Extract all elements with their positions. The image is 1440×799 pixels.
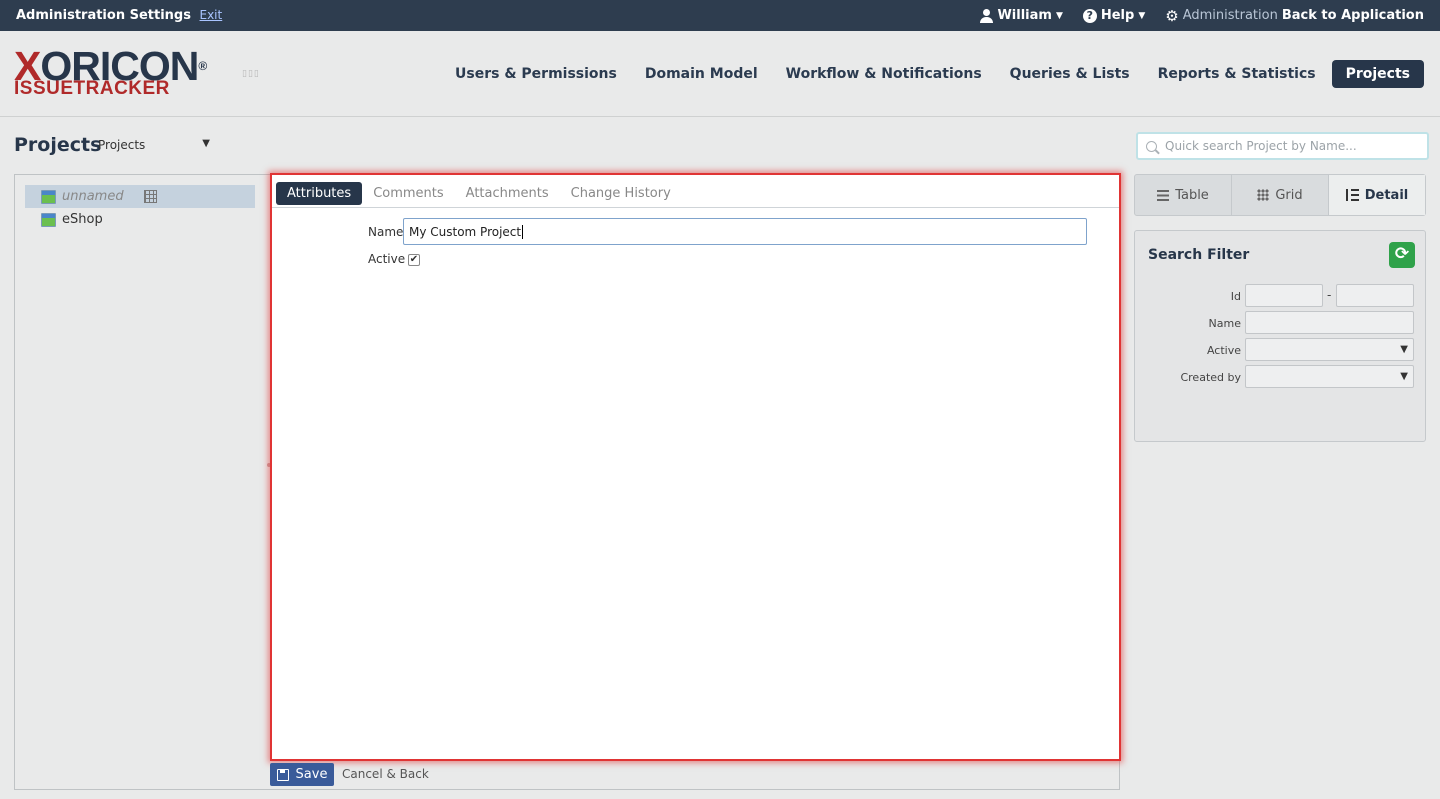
page-title: Projects [14, 134, 102, 156]
admin-settings-title: Administration Settings [16, 8, 191, 23]
chevron-down-icon: ▼ [1055, 10, 1063, 21]
filter-created-by-select[interactable]: ▼ [1245, 365, 1414, 388]
view-switch: Table Grid Detail [1134, 174, 1426, 216]
tab-change-history[interactable]: Change History [560, 182, 682, 205]
filter-id-separator: - [1327, 288, 1332, 302]
main-nav: Users & Permissions Domain Model Workflo… [441, 60, 1424, 88]
active-label: Active [368, 252, 406, 266]
help-icon: ? [1082, 8, 1097, 23]
project-tree: unnamed eShop [25, 185, 255, 231]
active-checkbox[interactable]: ✔ [408, 254, 420, 266]
nav-domain-model[interactable]: Domain Model [631, 60, 772, 88]
refresh-icon: ⟳ [1394, 244, 1410, 264]
detail-panel: Attributes Comments Attachments Change H… [270, 173, 1121, 761]
quick-search-input[interactable]: Quick search Project by Name... [1136, 132, 1429, 160]
tab-attachments[interactable]: Attachments [455, 182, 560, 205]
detail-tabs: Attributes Comments Attachments Change H… [276, 179, 682, 207]
view-grid-label: Grid [1275, 187, 1303, 203]
project-icon [41, 212, 56, 227]
filter-name-label: Name [1208, 317, 1241, 330]
tree-item-eshop[interactable]: eShop [25, 208, 255, 231]
view-detail-button[interactable]: Detail [1329, 175, 1425, 215]
back-to-application-link[interactable]: Back to Application [1282, 8, 1424, 23]
tabs-divider [272, 207, 1119, 208]
tree-item-label: unnamed [62, 189, 124, 204]
search-icon [1146, 140, 1157, 152]
logo-dots: ▯▯▯ [242, 69, 260, 79]
tree-item-unnamed[interactable]: unnamed [25, 185, 255, 208]
nav-reports-statistics[interactable]: Reports & Statistics [1144, 60, 1330, 88]
table-icon[interactable] [143, 190, 157, 203]
filter-created-by-label: Created by [1180, 371, 1241, 384]
user-name: William [997, 8, 1052, 23]
nav-projects[interactable]: Projects [1331, 60, 1424, 88]
admin-nav: ⚙ Administration Back to Application [1165, 8, 1424, 23]
filter-active-select[interactable]: ▼ [1245, 338, 1414, 361]
filter-id-label: Id [1230, 290, 1241, 303]
tree-item-label: eShop [62, 212, 103, 227]
help-menu[interactable]: ? Help ▼ [1082, 8, 1146, 23]
search-filter-panel: Search Filter ⟳ Id - Name Active ▼ Creat… [1134, 230, 1426, 442]
view-detail-label: Detail [1364, 187, 1409, 203]
cancel-back-link[interactable]: Cancel & Back [342, 767, 429, 781]
chevron-down-icon: ▼ [1400, 371, 1408, 382]
project-type-select-value: Projects [98, 138, 146, 152]
name-field-value: My Custom Project [409, 224, 522, 239]
filter-name-input[interactable] [1245, 311, 1414, 334]
gear-icon: ⚙ [1165, 6, 1179, 25]
logo[interactable]: XORICON® ISSUETRACKER ▯▯▯ [14, 46, 259, 99]
help-label: Help [1100, 8, 1135, 23]
tab-comments[interactable]: Comments [362, 182, 454, 205]
floppy-disk-icon [276, 768, 289, 781]
detail-tree-icon [1345, 189, 1359, 201]
save-button[interactable]: Save [270, 763, 334, 786]
quick-search-placeholder: Quick search Project by Name... [1165, 139, 1357, 153]
name-field[interactable]: My Custom Project [403, 218, 1087, 245]
filter-active-label: Active [1206, 344, 1241, 357]
project-icon [41, 189, 56, 204]
name-label: Name [368, 225, 404, 239]
topbar-left: Administration Settings Exit [16, 8, 222, 23]
chevron-down-icon: ▼ [1138, 10, 1146, 21]
list-icon [1157, 189, 1170, 201]
view-table-button[interactable]: Table [1135, 175, 1232, 215]
chevron-down-icon: ▼ [1400, 344, 1408, 355]
chevron-down-icon: ▼ [202, 138, 210, 149]
view-grid-button[interactable]: Grid [1232, 175, 1329, 215]
top-bar: Administration Settings Exit William ▼ ?… [0, 0, 1440, 31]
filter-id-from-input[interactable] [1245, 284, 1323, 307]
filter-id-to-input[interactable] [1336, 284, 1414, 307]
tab-attributes[interactable]: Attributes [276, 181, 363, 205]
nav-users-permissions[interactable]: Users & Permissions [441, 60, 631, 88]
nav-queries-lists[interactable]: Queries & Lists [996, 60, 1144, 88]
view-table-label: Table [1175, 187, 1209, 203]
topbar-right: William ▼ ? Help ▼ ⚙ Administration Back… [979, 8, 1424, 23]
grid-icon [1257, 189, 1270, 201]
text-cursor [522, 224, 524, 239]
user-icon [979, 8, 994, 23]
user-menu[interactable]: William ▼ [979, 8, 1063, 23]
refresh-filter-button[interactable]: ⟳ [1389, 242, 1415, 268]
save-button-label: Save [295, 767, 328, 782]
header: XORICON® ISSUETRACKER ▯▯▯ Users & Permis… [0, 31, 1440, 117]
search-filter-title: Search Filter [1148, 247, 1250, 263]
project-type-select[interactable]: Projects ▼ [98, 138, 210, 152]
exit-link[interactable]: Exit [200, 8, 223, 22]
administration-label[interactable]: Administration [1183, 8, 1278, 23]
nav-workflow-notifications[interactable]: Workflow & Notifications [772, 60, 996, 88]
